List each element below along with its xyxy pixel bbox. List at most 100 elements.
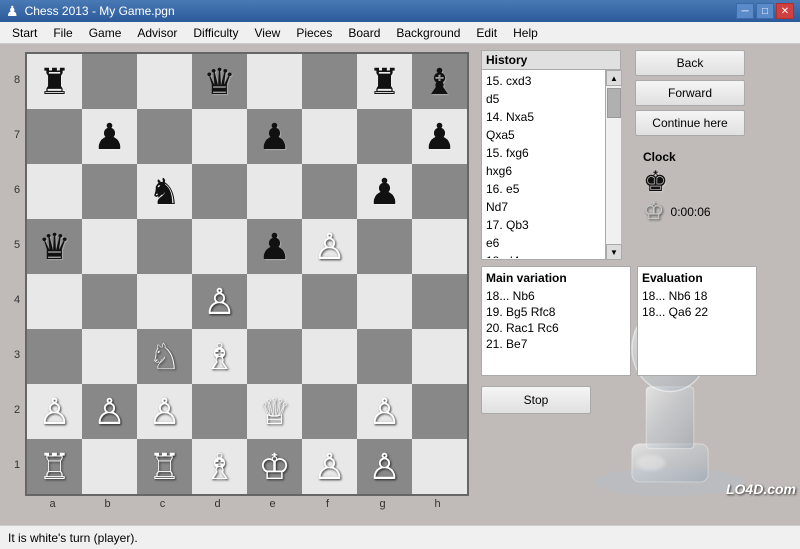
- cell-e5[interactable]: ♟: [247, 219, 302, 274]
- cell-h8[interactable]: ♝: [412, 54, 467, 109]
- cell-a1[interactable]: ♖: [27, 439, 82, 494]
- cell-f6[interactable]: [302, 164, 357, 219]
- cell-d3[interactable]: ♗: [192, 329, 247, 384]
- cell-b6[interactable]: [82, 164, 137, 219]
- cell-a7[interactable]: [27, 109, 82, 164]
- cell-f7[interactable]: [302, 109, 357, 164]
- cell-h2[interactable]: [412, 384, 467, 439]
- cell-g5[interactable]: [357, 219, 412, 274]
- cell-g2[interactable]: ♙: [357, 384, 412, 439]
- cell-b5[interactable]: [82, 219, 137, 274]
- history-scrollbar[interactable]: ▲ ▼: [605, 70, 621, 260]
- history-item-2[interactable]: 14. Nxa5: [486, 108, 616, 126]
- cell-a5[interactable]: ♛: [27, 219, 82, 274]
- cell-e7[interactable]: ♟: [247, 109, 302, 164]
- cell-e8[interactable]: [247, 54, 302, 109]
- cell-g8[interactable]: ♜: [357, 54, 412, 109]
- continue-here-button[interactable]: Continue here: [635, 110, 745, 136]
- cell-d2[interactable]: [192, 384, 247, 439]
- history-item-5[interactable]: hxg6: [486, 162, 616, 180]
- cell-h4[interactable]: [412, 274, 467, 329]
- cell-e1[interactable]: ♔: [247, 439, 302, 494]
- cell-f5[interactable]: ♙: [302, 219, 357, 274]
- menu-edit[interactable]: Edit: [468, 22, 505, 43]
- history-item-6[interactable]: 16. e5: [486, 180, 616, 198]
- cell-f3[interactable]: [302, 329, 357, 384]
- cell-c4[interactable]: [137, 274, 192, 329]
- scroll-thumb[interactable]: [607, 88, 621, 118]
- cell-d5[interactable]: [192, 219, 247, 274]
- cell-b3[interactable]: [82, 329, 137, 384]
- menu-difficulty[interactable]: Difficulty: [185, 22, 246, 43]
- cell-c7[interactable]: [137, 109, 192, 164]
- menu-help[interactable]: Help: [505, 22, 546, 43]
- stop-button[interactable]: Stop: [481, 386, 591, 414]
- history-item-4[interactable]: 15. fxg6: [486, 144, 616, 162]
- forward-button[interactable]: Forward: [635, 80, 745, 106]
- cell-g6[interactable]: ♟: [357, 164, 412, 219]
- cell-a4[interactable]: [27, 274, 82, 329]
- scroll-down-button[interactable]: ▼: [606, 244, 622, 260]
- cell-e2[interactable]: ♕: [247, 384, 302, 439]
- cell-d8[interactable]: ♛: [192, 54, 247, 109]
- maximize-button[interactable]: □: [756, 3, 774, 19]
- menu-advisor[interactable]: Advisor: [129, 22, 185, 43]
- cell-c6[interactable]: ♞: [137, 164, 192, 219]
- close-button[interactable]: ✕: [776, 3, 794, 19]
- menu-pieces[interactable]: Pieces: [288, 22, 340, 43]
- menu-view[interactable]: View: [247, 22, 289, 43]
- cell-f1[interactable]: ♙: [302, 439, 357, 494]
- cell-c1[interactable]: ♖: [137, 439, 192, 494]
- menu-background[interactable]: Background: [388, 22, 468, 43]
- history-content[interactable]: 15. cxd3d514. Nxa5Qxa515. fxg6hxg616. e5…: [482, 70, 620, 258]
- chessboard[interactable]: ♜♛♜♝♟♟♟♞♟♛♟♙♙♘♗♙♙♙♕♙♖♖♗♔♙♙: [25, 52, 469, 496]
- back-button[interactable]: Back: [635, 50, 745, 76]
- scroll-up-button[interactable]: ▲: [606, 70, 622, 86]
- cell-h1[interactable]: [412, 439, 467, 494]
- cell-e4[interactable]: [247, 274, 302, 329]
- cell-c8[interactable]: [137, 54, 192, 109]
- history-item-3[interactable]: Qxa5: [486, 126, 616, 144]
- minimize-button[interactable]: ─: [736, 3, 754, 19]
- cell-a8[interactable]: ♜: [27, 54, 82, 109]
- cell-d7[interactable]: [192, 109, 247, 164]
- cell-f8[interactable]: [302, 54, 357, 109]
- cell-b2[interactable]: ♙: [82, 384, 137, 439]
- cell-f4[interactable]: [302, 274, 357, 329]
- cell-d6[interactable]: [192, 164, 247, 219]
- cell-h3[interactable]: [412, 329, 467, 384]
- menu-game[interactable]: Game: [81, 22, 130, 43]
- menu-file[interactable]: File: [45, 22, 80, 43]
- cell-h7[interactable]: ♟: [412, 109, 467, 164]
- cell-g1[interactable]: ♙: [357, 439, 412, 494]
- history-item-1[interactable]: d5: [486, 90, 616, 108]
- cell-g4[interactable]: [357, 274, 412, 329]
- cell-h6[interactable]: [412, 164, 467, 219]
- cell-d4[interactable]: ♙: [192, 274, 247, 329]
- cell-f2[interactable]: [302, 384, 357, 439]
- history-item-7[interactable]: Nd7: [486, 198, 616, 216]
- cell-g7[interactable]: [357, 109, 412, 164]
- history-item-8[interactable]: 17. Qb3: [486, 216, 616, 234]
- cell-c5[interactable]: [137, 219, 192, 274]
- cell-c2[interactable]: ♙: [137, 384, 192, 439]
- cell-g3[interactable]: [357, 329, 412, 384]
- menu-board[interactable]: Board: [340, 22, 388, 43]
- cell-h5[interactable]: [412, 219, 467, 274]
- cell-e3[interactable]: [247, 329, 302, 384]
- history-item-10[interactable]: 18. d4: [486, 252, 616, 258]
- cell-b4[interactable]: [82, 274, 137, 329]
- cell-b7[interactable]: ♟: [82, 109, 137, 164]
- cell-c3[interactable]: ♘: [137, 329, 192, 384]
- cell-d1[interactable]: ♗: [192, 439, 247, 494]
- cell-b1[interactable]: [82, 439, 137, 494]
- history-box[interactable]: History 15. cxd3d514. Nxa5Qxa515. fxg6hx…: [481, 50, 621, 260]
- cell-b8[interactable]: [82, 54, 137, 109]
- cell-a6[interactable]: [27, 164, 82, 219]
- cell-a3[interactable]: [27, 329, 82, 384]
- history-item-9[interactable]: e6: [486, 234, 616, 252]
- cell-e6[interactable]: [247, 164, 302, 219]
- cell-a2[interactable]: ♙: [27, 384, 82, 439]
- history-item-0[interactable]: 15. cxd3: [486, 72, 616, 90]
- menu-start[interactable]: Start: [4, 22, 45, 43]
